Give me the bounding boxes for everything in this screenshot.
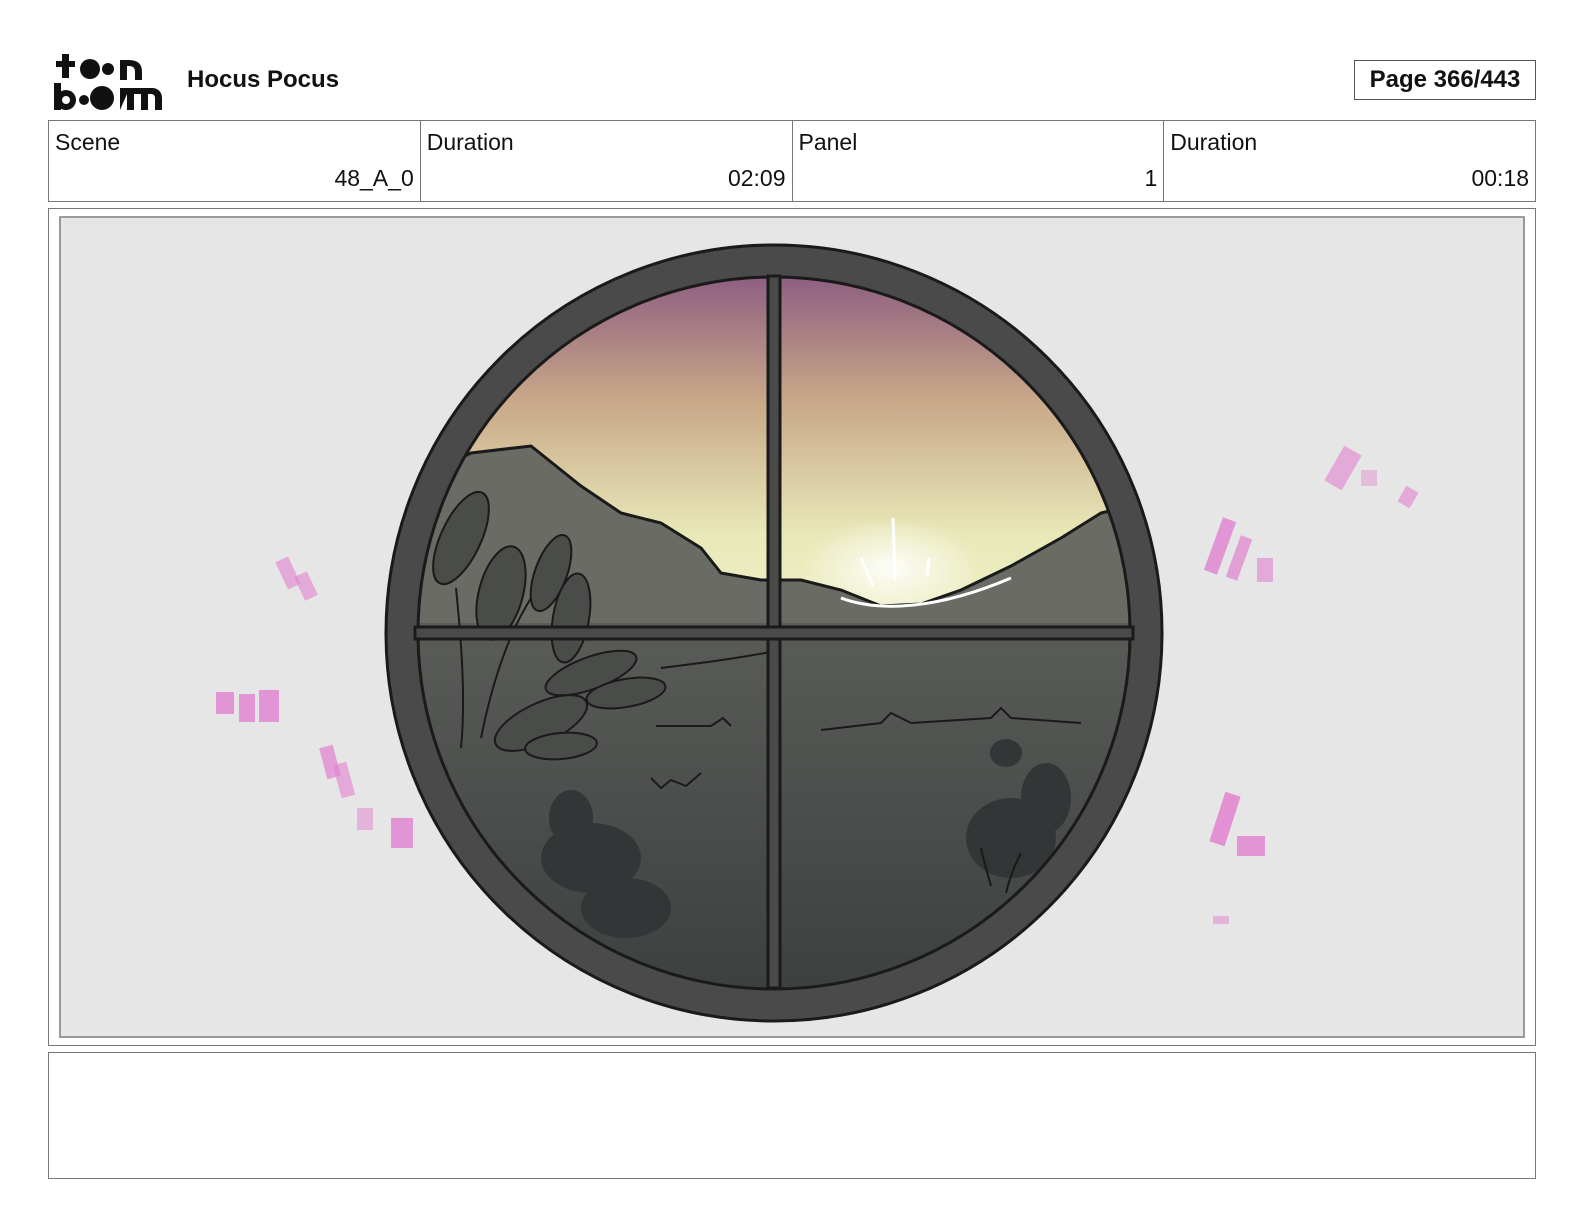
document-title: Hocus Pocus (187, 66, 340, 93)
toon-boom-logo-icon (54, 54, 162, 110)
scene-value: 48_A_0 (334, 165, 414, 191)
panel-duration-value: 00:18 (1471, 165, 1529, 191)
panel-duration-label: Duration (1170, 129, 1258, 155)
storyboard-panel (48, 208, 1536, 1046)
scene-cell: Scene 48_A_0 (49, 121, 421, 201)
toon-boom-logo (52, 52, 164, 112)
scene-duration-cell: Duration 02:09 (421, 121, 793, 201)
scene-duration-label: Duration (426, 129, 514, 155)
panel-image (59, 216, 1525, 1038)
scene-label: Scene (55, 129, 121, 155)
panel-duration-cell: Duration 00:18 (1164, 121, 1535, 201)
round-window-illustration (216, 243, 1419, 1023)
panel-notes (48, 1052, 1536, 1179)
page-number: Page 366/443 (1354, 60, 1536, 100)
scene-info-table: Scene 48_A_0 Duration 02:09 Panel 1 Dura… (48, 120, 1536, 202)
panel-cell: Panel 1 (793, 121, 1165, 201)
scene-duration-value: 02:09 (727, 165, 786, 191)
panel-label: Panel (798, 129, 858, 155)
panel-value: 1 (1144, 165, 1158, 191)
